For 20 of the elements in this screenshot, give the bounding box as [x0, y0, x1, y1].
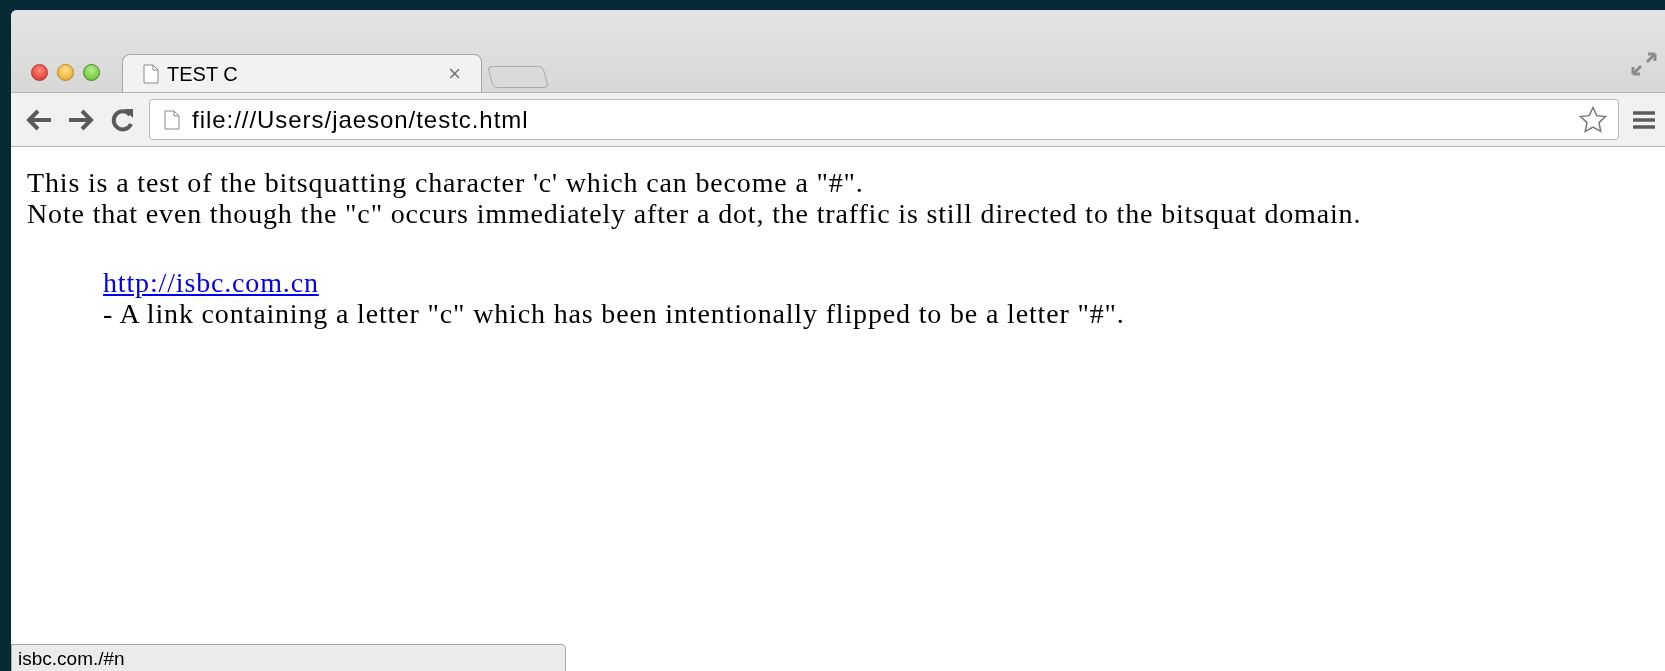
star-icon[interactable]: [1578, 104, 1608, 135]
body-text: This is a test of the bitsquatting character 'c' which can become a "#".: [27, 167, 865, 198]
url-text: file:///Users/jaeson/testc.html: [192, 104, 529, 135]
status-bubble: isbc.com./#n: [11, 644, 566, 671]
forward-arrow-icon[interactable]: [67, 107, 95, 132]
page-icon: [143, 63, 159, 84]
fullscreen-icon[interactable]: [1631, 52, 1657, 76]
link[interactable]: http://isbc.com.cn: [103, 267, 319, 298]
address-bar[interactable]: file:///Users/jaeson/testc.html: [149, 99, 1619, 140]
reload-icon[interactable]: [109, 106, 135, 133]
link-description: - A link containing a letter "c" which has been intentionally flipped to be a letter "#".: [103, 298, 1125, 329]
body-text: Note that even though the "c" occurs immediately after a dot, the traffic is still directed to the bitsquat domain.: [27, 198, 1363, 229]
page-icon: [164, 109, 180, 130]
menu-icon[interactable]: [1633, 108, 1655, 131]
browser-tab[interactable]: TEST C ×: [122, 54, 482, 92]
tab-close-button[interactable]: ×: [448, 62, 461, 85]
back-arrow-icon[interactable]: [25, 107, 53, 132]
zoom-window-icon[interactable]: [83, 64, 100, 81]
tab-title: TEST C: [167, 61, 239, 87]
close-window-icon[interactable]: [31, 64, 48, 81]
